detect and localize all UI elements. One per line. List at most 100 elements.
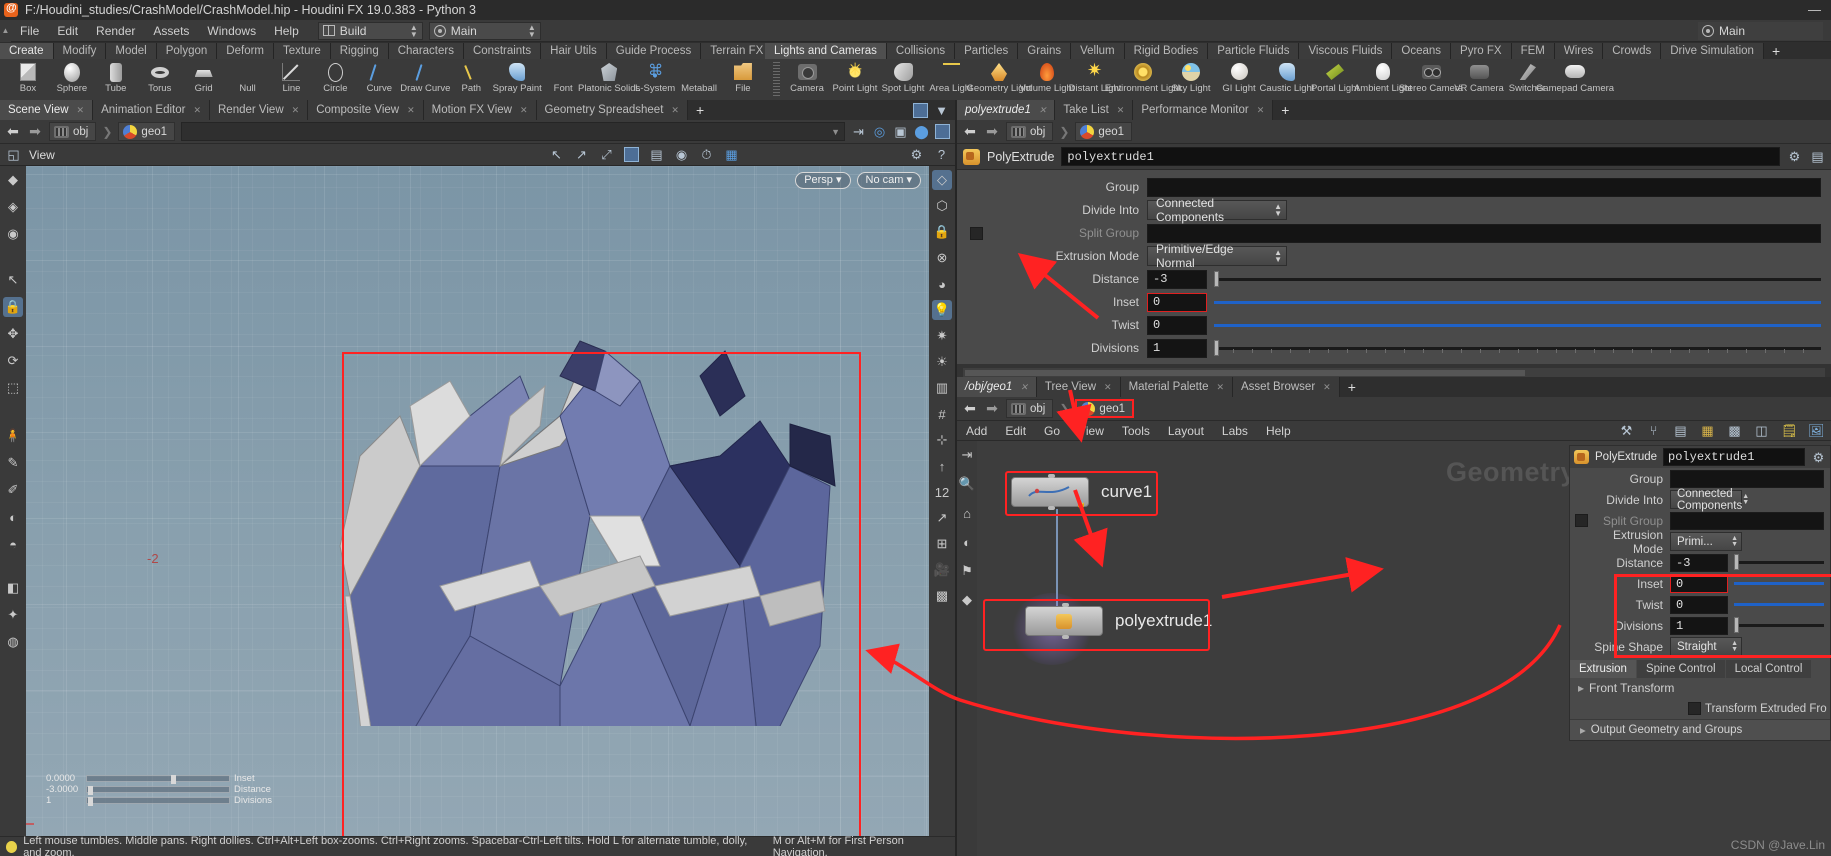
param-forward-arrow-icon[interactable]: ➡ xyxy=(984,123,1000,140)
scene-light-icon[interactable]: ✷ xyxy=(932,326,952,346)
handle-tool-icon[interactable]: ◈ xyxy=(3,197,23,217)
breadcrumb-geo1[interactable]: geo1 xyxy=(118,122,176,141)
menu-render[interactable]: Render xyxy=(87,20,144,42)
camera-dropdown[interactable]: No cam ▾ xyxy=(856,172,921,189)
pane-selector[interactable]: Main ▲ ▼ xyxy=(428,21,541,40)
image-icon[interactable]: 🖼 xyxy=(1808,423,1825,438)
net-menu-labs[interactable]: Labs xyxy=(1213,424,1257,438)
close-icon[interactable]: ✕ xyxy=(1020,377,1028,397)
shelf-right-tab-grains[interactable]: Grains xyxy=(1018,43,1072,59)
close-icon[interactable]: ✕ xyxy=(1039,100,1047,120)
menu-edit[interactable]: Edit xyxy=(48,20,87,42)
menu-assets[interactable]: Assets xyxy=(144,20,198,42)
shelf-right-add-tab-button[interactable]: + xyxy=(1764,43,1788,59)
shelf-right-tab-collisions[interactable]: Collisions xyxy=(886,43,956,59)
tab-motion-fx-view[interactable]: Motion FX View ✕ xyxy=(423,100,537,120)
path-input[interactable]: ▼ xyxy=(181,122,845,141)
shelf-right-tool-gamepad-camera[interactable]: Gamepad Camera xyxy=(1536,59,1614,100)
breadcrumb-obj[interactable]: obj xyxy=(49,122,97,141)
menu-scroll-icon[interactable]: ▲ xyxy=(0,19,11,42)
lock-tool-icon[interactable]: 🔒 xyxy=(3,297,23,317)
param-slider-knob-divisions[interactable] xyxy=(1214,339,1219,356)
tab-composite-view[interactable]: Composite View ✕ xyxy=(308,100,424,120)
edit-tool-icon[interactable]: ✐ xyxy=(3,480,23,500)
numbers-icon[interactable]: 12 xyxy=(932,482,952,502)
fp-tab-local-control[interactable]: Local Control xyxy=(1725,660,1812,678)
shelf-left-tool-path[interactable]: Path xyxy=(449,59,493,100)
viewport-slider-inset-track[interactable] xyxy=(86,775,230,784)
net-color-icon[interactable]: ◐ xyxy=(957,532,977,552)
shelf-left-tab-characters[interactable]: Characters xyxy=(388,43,464,59)
soft-tool-icon[interactable]: ◓ xyxy=(3,534,23,554)
param-input-distance[interactable]: -3 xyxy=(1147,269,1207,289)
shelf-left-tool-box[interactable]: Box xyxy=(6,59,50,100)
shelf-right-tab-viscous-fluids[interactable]: Viscous Fluids xyxy=(1299,43,1393,59)
net-shape-icon[interactable]: ◆ xyxy=(957,590,977,610)
select-arrow-icon[interactable]: ↖ xyxy=(549,147,564,162)
shelf-left-tab-polygon[interactable]: Polygon xyxy=(156,43,218,59)
camera-lock-icon[interactable]: 🎥 xyxy=(932,560,952,580)
shelf-right-tool-geometry-light[interactable]: Geometry Light xyxy=(967,59,1031,100)
display-options-icon[interactable] xyxy=(624,147,639,162)
tab-render-view[interactable]: Render View ✕ xyxy=(210,100,309,120)
fp-gear-icon[interactable]: ⚙ xyxy=(1811,450,1826,465)
forward-arrow-icon[interactable]: ➡ xyxy=(27,123,43,140)
net-tab--obj-geo1[interactable]: /obj/geo1 ✕ xyxy=(957,377,1037,397)
parameter-list-icon[interactable]: ▤ xyxy=(1810,149,1825,164)
shelf-left-tool-circle[interactable]: Circle xyxy=(313,59,357,100)
shelf-right-tab-rigid-bodies[interactable]: Rigid Bodies xyxy=(1124,43,1209,59)
viewport-slider-divisions-track[interactable] xyxy=(86,797,230,806)
shelf-right-tab-drive-simulation[interactable]: Drive Simulation xyxy=(1661,43,1764,59)
shadow-icon[interactable]: ☀ xyxy=(932,352,952,372)
viewport-slider-distance[interactable]: -3.0000 Distance xyxy=(46,784,296,795)
shelf-left-tab-hair-utils[interactable]: Hair Utils xyxy=(541,43,607,59)
pane-display-icon[interactable] xyxy=(913,102,928,118)
network-canvas[interactable]: ⇥ 🔍 ⌂ ◐ ⚑ ◆ Geometry 🔒 curve1 polyextrud… xyxy=(957,441,1831,856)
net-pin-icon[interactable]: ⇥ xyxy=(957,445,977,465)
fp-tab-spine-control[interactable]: Spine Control xyxy=(1636,660,1725,678)
material-tool-icon[interactable]: ◍ xyxy=(3,632,23,652)
shelf-right-tab-wires[interactable]: Wires xyxy=(1554,43,1604,59)
net-breadcrumb-obj[interactable]: obj xyxy=(1006,399,1054,418)
param-slider-knob-distance[interactable] xyxy=(1214,270,1219,287)
param-input-divisions[interactable]: 1 xyxy=(1147,338,1207,358)
shelf-right-tool-camera[interactable]: Camera xyxy=(783,59,831,100)
shelf-right-tool-caustic-light[interactable]: Caustic Light xyxy=(1260,59,1314,100)
viewport-slider-distance-track[interactable] xyxy=(86,786,230,795)
param-slider-divisions[interactable] xyxy=(1214,339,1821,356)
close-icon[interactable]: ✕ xyxy=(1104,377,1112,397)
shelf-right-tool-vr-camera[interactable]: VR Camera xyxy=(1454,59,1504,100)
shelf-right-tab-fem[interactable]: FEM xyxy=(1511,43,1555,59)
shelf-left-tool-grid[interactable]: Grid xyxy=(182,59,226,100)
net-home-icon[interactable]: ⌂ xyxy=(957,503,977,523)
shelf-right-tab-lights-and-cameras[interactable]: Lights and Cameras xyxy=(765,43,887,59)
fp-input-inset[interactable]: 0 xyxy=(1670,574,1728,593)
back-arrow-icon[interactable]: ⬅ xyxy=(5,123,21,140)
net-tab-material-palette[interactable]: Material Palette ✕ xyxy=(1120,377,1234,397)
uv-tool-icon[interactable]: ◧ xyxy=(3,578,23,598)
light-mode-icon[interactable]: ◉ xyxy=(674,147,689,162)
fp-input-split-group[interactable] xyxy=(1670,511,1824,530)
shelf-left-tab-terrain-fx[interactable]: Terrain FX xyxy=(701,43,765,59)
fp-input-distance[interactable]: -3 xyxy=(1670,553,1728,572)
list-icon[interactable]: ▤ xyxy=(1673,423,1688,438)
cube-icon[interactable]: ▣ xyxy=(893,124,908,139)
snap-icon[interactable]: ⤢ xyxy=(599,147,614,162)
fp-input-twist[interactable]: 0 xyxy=(1670,595,1728,614)
menu-windows[interactable]: Windows xyxy=(198,20,265,42)
select-tool-icon[interactable]: ◆ xyxy=(3,170,23,190)
close-icon[interactable]: ✕ xyxy=(193,100,201,120)
shelf-right-tab-vellum[interactable]: Vellum xyxy=(1071,43,1125,59)
close-icon[interactable]: ✕ xyxy=(77,100,85,120)
close-icon[interactable]: ✕ xyxy=(1216,377,1224,397)
fp-slider-distance[interactable] xyxy=(1734,554,1824,570)
close-icon[interactable]: ✕ xyxy=(520,100,528,120)
param-breadcrumb-geo1[interactable]: geo1 xyxy=(1075,122,1133,141)
param-tab-polyextrude1[interactable]: polyextrude1 ✕ xyxy=(957,100,1056,120)
bg-image-icon[interactable]: ▥ xyxy=(932,378,952,398)
param-back-arrow-icon[interactable]: ⬅ xyxy=(962,123,978,140)
shelf-right-tool-sky-light[interactable]: Sky Light xyxy=(1167,59,1215,100)
notes-icon[interactable]: 🗒 xyxy=(1781,423,1798,438)
shelf-left-tool-null[interactable]: Null xyxy=(226,59,270,100)
viewport-settings-icon[interactable]: ⚙ xyxy=(909,147,924,162)
